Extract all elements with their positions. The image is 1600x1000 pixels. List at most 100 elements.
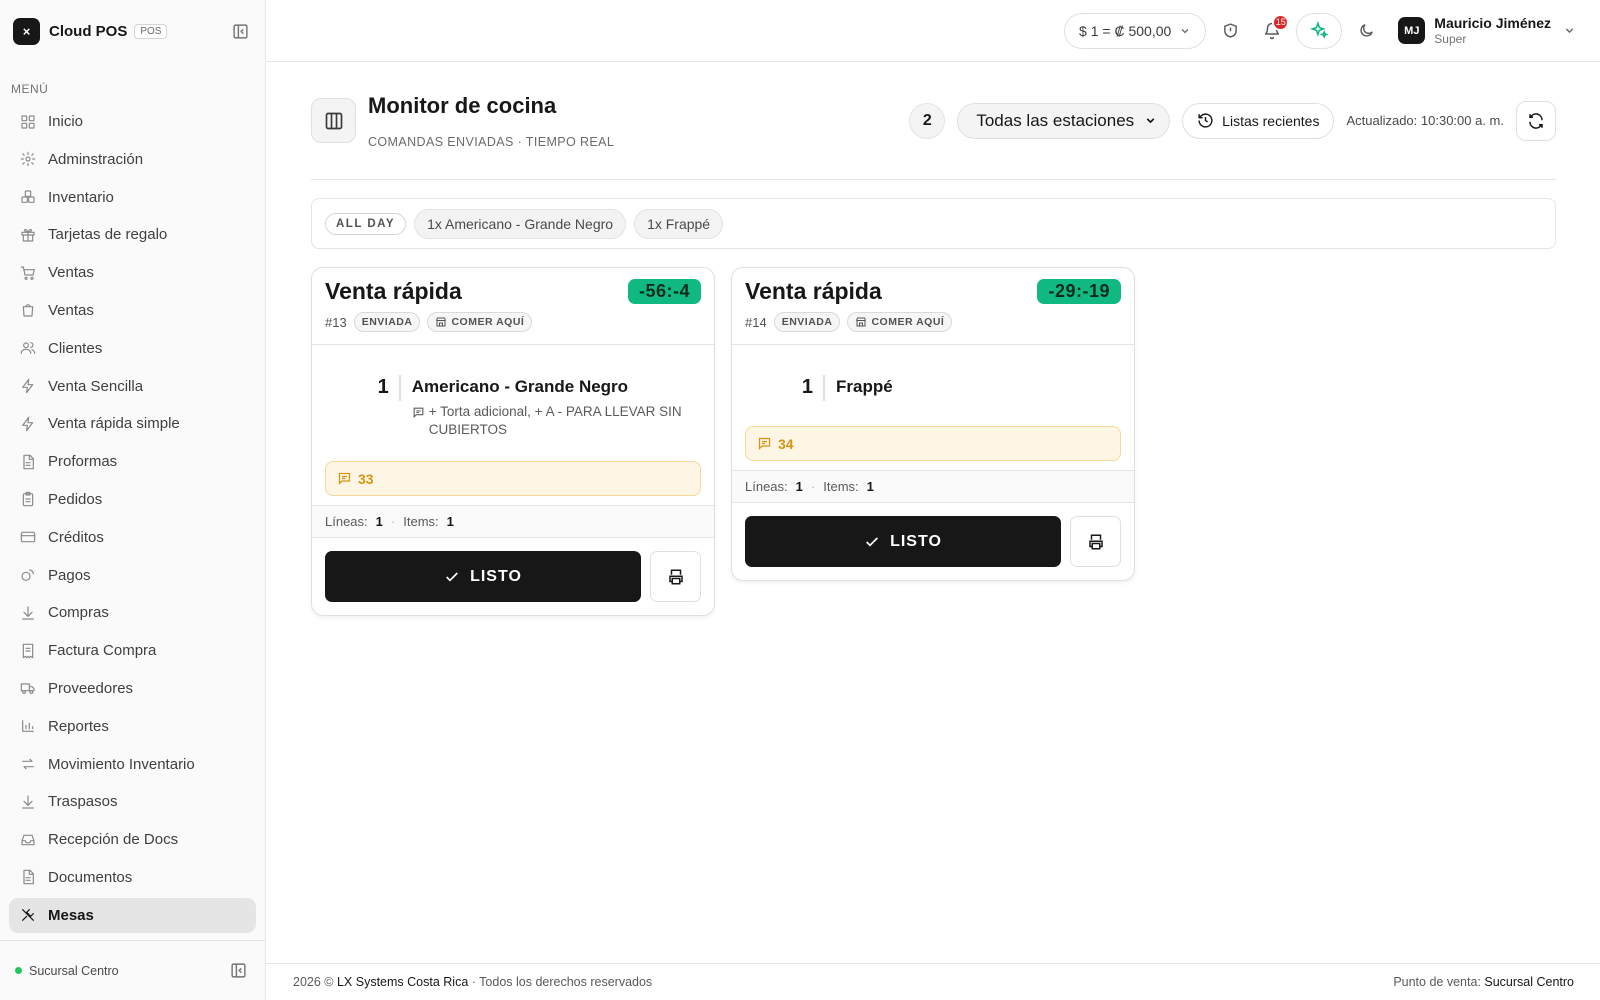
print-button[interactable] <box>1070 516 1121 567</box>
sidebar-item-venta-sencilla[interactable]: Venta Sencilla <box>9 369 256 404</box>
truck-icon <box>20 683 35 695</box>
user-menu[interactable]: MJ Mauricio Jiménez Super <box>1398 15 1576 46</box>
sidebar-item-ventas[interactable]: Ventas <box>9 255 256 290</box>
app-badge: POS <box>134 23 168 39</box>
sidebar-item-label: Documentos <box>48 868 133 886</box>
all-day-item: 1x Frappé <box>634 208 724 239</box>
pos-branch: Sucursal Centro <box>1484 975 1574 989</box>
sidebar-item-label: Proformas <box>48 453 118 471</box>
ready-button[interactable]: LISTO <box>325 551 641 602</box>
receipt-icon <box>22 643 34 658</box>
sidebar-item-label: Recepción de Docs <box>48 831 179 849</box>
sidebar-item-adminstracion[interactable]: Adminstración <box>9 142 256 177</box>
all-day-tag: ALL DAY <box>325 212 407 235</box>
topbar: $ 1 = ₡ 500,00 15 MJ Mauricio Jiménez Su… <box>266 0 1600 62</box>
sidebar-item-label: Compras <box>48 604 109 622</box>
recent-lists-button[interactable]: Listas recientes <box>1182 102 1335 139</box>
refresh-icon <box>1529 112 1543 129</box>
sidebar-item-proformas[interactable]: Proformas <box>9 444 256 479</box>
page-header: Monitor de cocina COMANDAS ENVIADAS · TI… <box>311 62 1556 180</box>
sidebar-item-pagos[interactable]: Pagos <box>9 558 256 593</box>
lines-count: 1 <box>795 479 803 494</box>
sidebar-item-creditos[interactable]: Créditos <box>9 520 256 555</box>
line-product-name: Americano - Grande Negro <box>411 377 629 396</box>
sidebar-item-label: Movimiento Inventario <box>48 755 195 773</box>
moon-icon[interactable] <box>1348 13 1384 49</box>
order-stats: Líneas: 1 · Items: 1 <box>312 505 714 538</box>
exchange-rate-value: $ 1 = ₡ 500,00 <box>1079 22 1172 39</box>
shield-icon[interactable] <box>1212 13 1248 49</box>
store-icon <box>856 317 867 327</box>
sidebar: × Cloud POS POS MENÚ Inicio Adminstración… <box>0 0 266 1000</box>
sidebar-item-tarjetas-de-regalo[interactable]: Tarjetas de regalo <box>9 217 256 252</box>
status-badge: ENVIADA <box>353 312 421 332</box>
exchange-rate-selector[interactable]: $ 1 = ₡ 500,00 <box>1064 12 1207 49</box>
sidebar-collapse-icon[interactable] <box>228 19 252 43</box>
sparkles-icon[interactable] <box>1296 12 1343 49</box>
sidebar-item-label: Inventario <box>48 188 114 206</box>
message-icon <box>758 437 771 451</box>
sidebar-item-recepcion-de-docs[interactable]: Recepción de Docs <box>9 822 256 857</box>
status-dot <box>15 967 22 974</box>
sidebar-collapse-footer-icon[interactable] <box>226 959 250 983</box>
sidebar-item-factura-compra[interactable]: Factura Compra <box>9 633 256 668</box>
avatar: MJ <box>1398 17 1426 44</box>
ready-button[interactable]: LISTO <box>745 516 1061 567</box>
arrows-swap-icon <box>22 758 34 770</box>
sidebar-item-proveedores[interactable]: Proveedores <box>9 671 256 706</box>
sidebar-item-label: Venta Sencilla <box>48 377 144 395</box>
columns-layout-button[interactable] <box>311 98 356 143</box>
credit-card-icon <box>20 531 36 543</box>
app-logo: × <box>13 17 40 45</box>
sidebar-item-label: Adminstración <box>48 150 144 168</box>
refresh-button[interactable] <box>1516 100 1556 141</box>
line-modifiers: + Torta adicional, + A - PARA LLEVAR SIN… <box>412 403 701 439</box>
all-day-summary: ALL DAY 1x Americano - Grande Negro 1x F… <box>311 198 1556 249</box>
sidebar-item-movimiento-inventario[interactable]: Movimiento Inventario <box>9 747 256 782</box>
sidebar-nav: Inicio Adminstración Inventario Tarjetas de… <box>0 104 265 933</box>
sidebar-item-venta-rapida-simple[interactable]: Venta rápida simple <box>9 406 256 441</box>
sidebar-item-clientes[interactable]: Clientes <box>9 331 256 366</box>
sidebar-item-documentos[interactable]: Documentos <box>9 860 256 895</box>
pos-info: Punto de venta: Sucursal Centro <box>1393 975 1574 989</box>
bell-icon[interactable]: 15 <box>1254 13 1290 49</box>
station-select-value: Todas las estaciones <box>976 110 1135 130</box>
boxes-icon <box>21 190 35 204</box>
clipboard-icon <box>22 492 34 507</box>
sidebar-item-pedidos[interactable]: Pedidos <box>9 482 256 517</box>
sidebar-item-traspasos[interactable]: Traspasos <box>9 784 256 819</box>
shopping-bag-icon <box>22 304 34 318</box>
check-icon <box>446 571 459 582</box>
download-icon <box>22 606 34 620</box>
updated-timestamp: Actualizado: 10:30:00 a. m. <box>1346 113 1504 128</box>
users-icon <box>20 342 36 355</box>
sidebar-item-label: Traspasos <box>48 793 118 811</box>
service-badge: COMER AQUÍ <box>847 312 953 332</box>
all-day-item: 1x Americano - Grande Negro <box>414 208 627 239</box>
sidebar-item-compras[interactable]: Compras <box>9 595 256 630</box>
check-icon <box>866 536 879 547</box>
sidebar-item-ventas[interactable]: Ventas <box>9 293 256 328</box>
order-timer: -29:-19 <box>1037 279 1121 304</box>
company-link[interactable]: LX Systems Costa Rica <box>337 975 468 989</box>
user-role: Super <box>1434 32 1467 46</box>
sidebar-item-reportes[interactable]: Reportes <box>9 709 256 744</box>
items-count: 1 <box>866 479 874 494</box>
document-icon <box>23 870 34 885</box>
utensils-icon <box>22 909 34 922</box>
sidebar-item-inventario[interactable]: Inventario <box>9 180 256 215</box>
sidebar-item-label: Proveedores <box>48 679 134 697</box>
recent-lists-label: Listas recientes <box>1222 112 1320 129</box>
document-icon <box>23 454 34 469</box>
station-select[interactable]: Todas las estaciones <box>957 102 1171 139</box>
app-name: Cloud POS <box>49 22 128 40</box>
order-number: #14 <box>745 314 767 330</box>
inbox-icon <box>21 834 35 845</box>
sidebar-item-label: Reportes <box>48 717 109 735</box>
user-name: Mauricio Jiménez <box>1434 15 1551 31</box>
sidebar-item-inicio[interactable]: Inicio <box>9 104 256 139</box>
sidebar-item-mesas[interactable]: Mesas <box>9 897 256 933</box>
order-note: 33 <box>325 461 701 496</box>
main-content: Monitor de cocina COMANDAS ENVIADAS · TI… <box>311 62 1556 647</box>
print-button[interactable] <box>650 551 701 602</box>
